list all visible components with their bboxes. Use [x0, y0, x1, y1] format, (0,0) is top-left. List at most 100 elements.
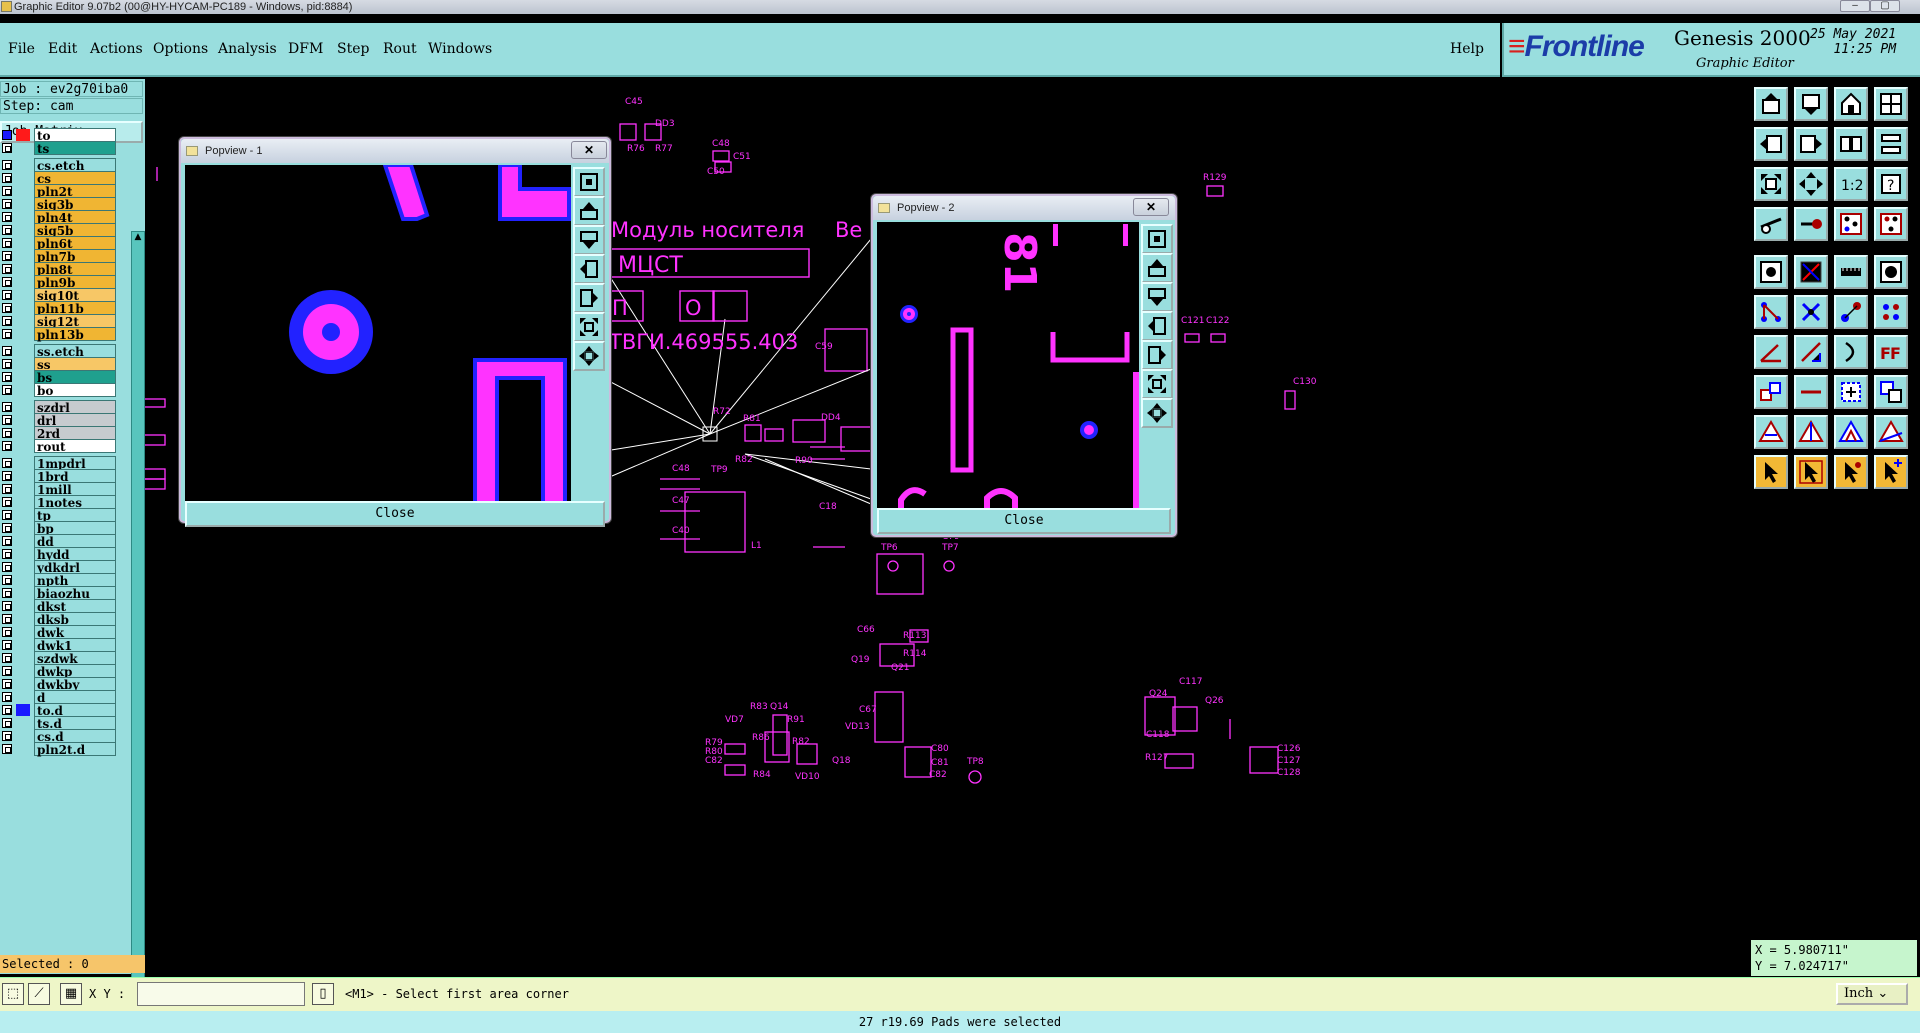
- layer-name[interactable]: 2rd: [34, 426, 116, 441]
- layer-checkbox[interactable]: [2, 458, 12, 468]
- layer-name[interactable]: pln8t: [34, 262, 116, 277]
- triangle-a-icon[interactable]: [1794, 415, 1828, 449]
- layer-name[interactable]: biaozhu: [34, 586, 116, 601]
- layer-checkbox[interactable]: [2, 372, 12, 382]
- layer-row-dwk[interactable]: dwk: [2, 625, 116, 640]
- layer-name[interactable]: dd: [34, 534, 116, 549]
- layer-row-sig10t[interactable]: sig10t: [2, 288, 116, 303]
- layer-row-pln4t[interactable]: pln4t: [2, 210, 116, 225]
- graphics-canvas[interactable]: Модуль носителя Ве МЦСТ П О ТВГИ.469555.…: [145, 79, 1750, 977]
- zoom-out-icon[interactable]: [1141, 369, 1173, 399]
- dash-icon[interactable]: [1794, 375, 1828, 409]
- layer-checkbox[interactable]: [2, 601, 12, 611]
- layer-name[interactable]: ss: [34, 357, 116, 372]
- menu-rout[interactable]: Rout: [383, 41, 417, 57]
- zoom-fit-icon[interactable]: [573, 167, 605, 197]
- pan-left-icon[interactable]: [1141, 311, 1173, 341]
- pointer-icon[interactable]: [1754, 455, 1788, 489]
- layer-row-1brd[interactable]: 1brd: [2, 469, 116, 484]
- pan-down-icon[interactable]: [573, 225, 605, 255]
- layer-checkbox[interactable]: [2, 718, 12, 728]
- pointer-snap-icon[interactable]: [1794, 455, 1828, 489]
- layer-checkbox[interactable]: [2, 614, 12, 624]
- menu-step[interactable]: Step: [337, 41, 369, 57]
- ruler-icon[interactable]: [1834, 255, 1868, 289]
- layer-checkbox[interactable]: [2, 225, 12, 235]
- layer-row-bs[interactable]: bs: [2, 370, 116, 385]
- layer-row-1mill[interactable]: 1mill: [2, 482, 116, 497]
- input-toggle-icon[interactable]: ▯: [312, 983, 334, 1005]
- layer-name[interactable]: pln13b: [34, 327, 116, 342]
- layer-checkbox[interactable]: [2, 549, 12, 559]
- layer-checkbox[interactable]: [2, 316, 12, 326]
- popview-1-view[interactable]: [185, 165, 571, 525]
- layer-checkbox[interactable]: [2, 329, 12, 339]
- layer-name[interactable]: sig10t: [34, 288, 116, 303]
- menu-analysis[interactable]: Analysis: [218, 41, 277, 57]
- menu-file[interactable]: File: [8, 41, 35, 57]
- layer-checkbox[interactable]: [2, 277, 12, 287]
- layer-row-npth[interactable]: npth: [2, 573, 116, 588]
- layer-row-ts-d[interactable]: ts.d: [2, 716, 116, 731]
- layer-name[interactable]: dwkby: [34, 677, 116, 692]
- layer-scrollbar[interactable]: ▲ ▼: [131, 231, 145, 1027]
- slope-icon[interactable]: [1794, 335, 1828, 369]
- layer-down-icon[interactable]: [1794, 87, 1828, 121]
- layer-checkbox[interactable]: [2, 497, 12, 507]
- cross-icon[interactable]: [1794, 295, 1828, 329]
- layer-checkbox[interactable]: [2, 160, 12, 170]
- layer-name[interactable]: hydd: [34, 547, 116, 562]
- layer-checkbox[interactable]: [2, 199, 12, 209]
- menu-help[interactable]: Help: [1450, 41, 1484, 57]
- layer-row-rout[interactable]: rout: [2, 439, 116, 454]
- layer-row-pln13b[interactable]: pln13b: [2, 327, 116, 342]
- layer-name[interactable]: dwkp: [34, 664, 116, 679]
- layer-checkbox[interactable]: [2, 186, 12, 196]
- layer-checkbox[interactable]: [2, 290, 12, 300]
- layer-row-biaozhu[interactable]: biaozhu: [2, 586, 116, 601]
- layer-row-dkst[interactable]: dkst: [2, 599, 116, 614]
- move-right-icon[interactable]: [1794, 127, 1828, 161]
- layer-row-pln2t[interactable]: pln2t: [2, 184, 116, 199]
- layer-name[interactable]: bo: [34, 383, 116, 398]
- snap-point-icon[interactable]: [1834, 295, 1868, 329]
- layer-checkbox[interactable]: [2, 264, 12, 274]
- layer-name[interactable]: npth: [34, 573, 116, 588]
- layer-name[interactable]: cs.etch: [34, 158, 116, 173]
- layer-row-bp[interactable]: bp: [2, 521, 116, 536]
- menu-options[interactable]: Options: [153, 41, 208, 57]
- popview-2-close-x[interactable]: ✕: [1133, 198, 1169, 216]
- layer-row-bo[interactable]: bo: [2, 383, 116, 398]
- layer-row-drl[interactable]: drl: [2, 413, 116, 428]
- layer-checkbox[interactable]: [2, 744, 12, 754]
- home-icon[interactable]: [1834, 87, 1868, 121]
- layer-name[interactable]: dkst: [34, 599, 116, 614]
- layer-name[interactable]: szdwk: [34, 651, 116, 666]
- angle-icon[interactable]: [1754, 335, 1788, 369]
- layer-name[interactable]: sig12t: [34, 314, 116, 329]
- layer-row-1mpdrl[interactable]: 1mpdrl: [2, 456, 116, 471]
- layer-name[interactable]: tp: [34, 508, 116, 523]
- layer-name[interactable]: ts: [34, 141, 116, 156]
- layer-row-tp[interactable]: tp: [2, 508, 116, 523]
- layer-name[interactable]: szdrl: [34, 400, 116, 415]
- layer-checkbox[interactable]: [2, 640, 12, 650]
- popview-2-close-button[interactable]: Close: [877, 508, 1171, 534]
- layer-row-cs-etch[interactable]: cs.etch: [2, 158, 116, 173]
- layer-checkbox[interactable]: [2, 402, 12, 412]
- popview-1-close-button[interactable]: Close: [185, 501, 605, 527]
- select-box-icon[interactable]: [1834, 375, 1868, 409]
- net-icon[interactable]: [1834, 207, 1868, 241]
- layer-row-pln8t[interactable]: pln8t: [2, 262, 116, 277]
- layer-name[interactable]: dwk: [34, 625, 116, 640]
- mirror-icon[interactable]: [1834, 127, 1868, 161]
- maximize-button[interactable]: ▢: [1870, 0, 1900, 12]
- xy-input[interactable]: [137, 982, 305, 1006]
- layer-name[interactable]: sig5b: [34, 223, 116, 238]
- layer-name[interactable]: dksb: [34, 612, 116, 627]
- layer-name[interactable]: pln2t: [34, 184, 116, 199]
- layer-row-2rd[interactable]: 2rd: [2, 426, 116, 441]
- layer-checkbox[interactable]: [2, 692, 12, 702]
- pan-down-icon[interactable]: [1141, 282, 1173, 312]
- layer-name[interactable]: cs: [34, 171, 116, 186]
